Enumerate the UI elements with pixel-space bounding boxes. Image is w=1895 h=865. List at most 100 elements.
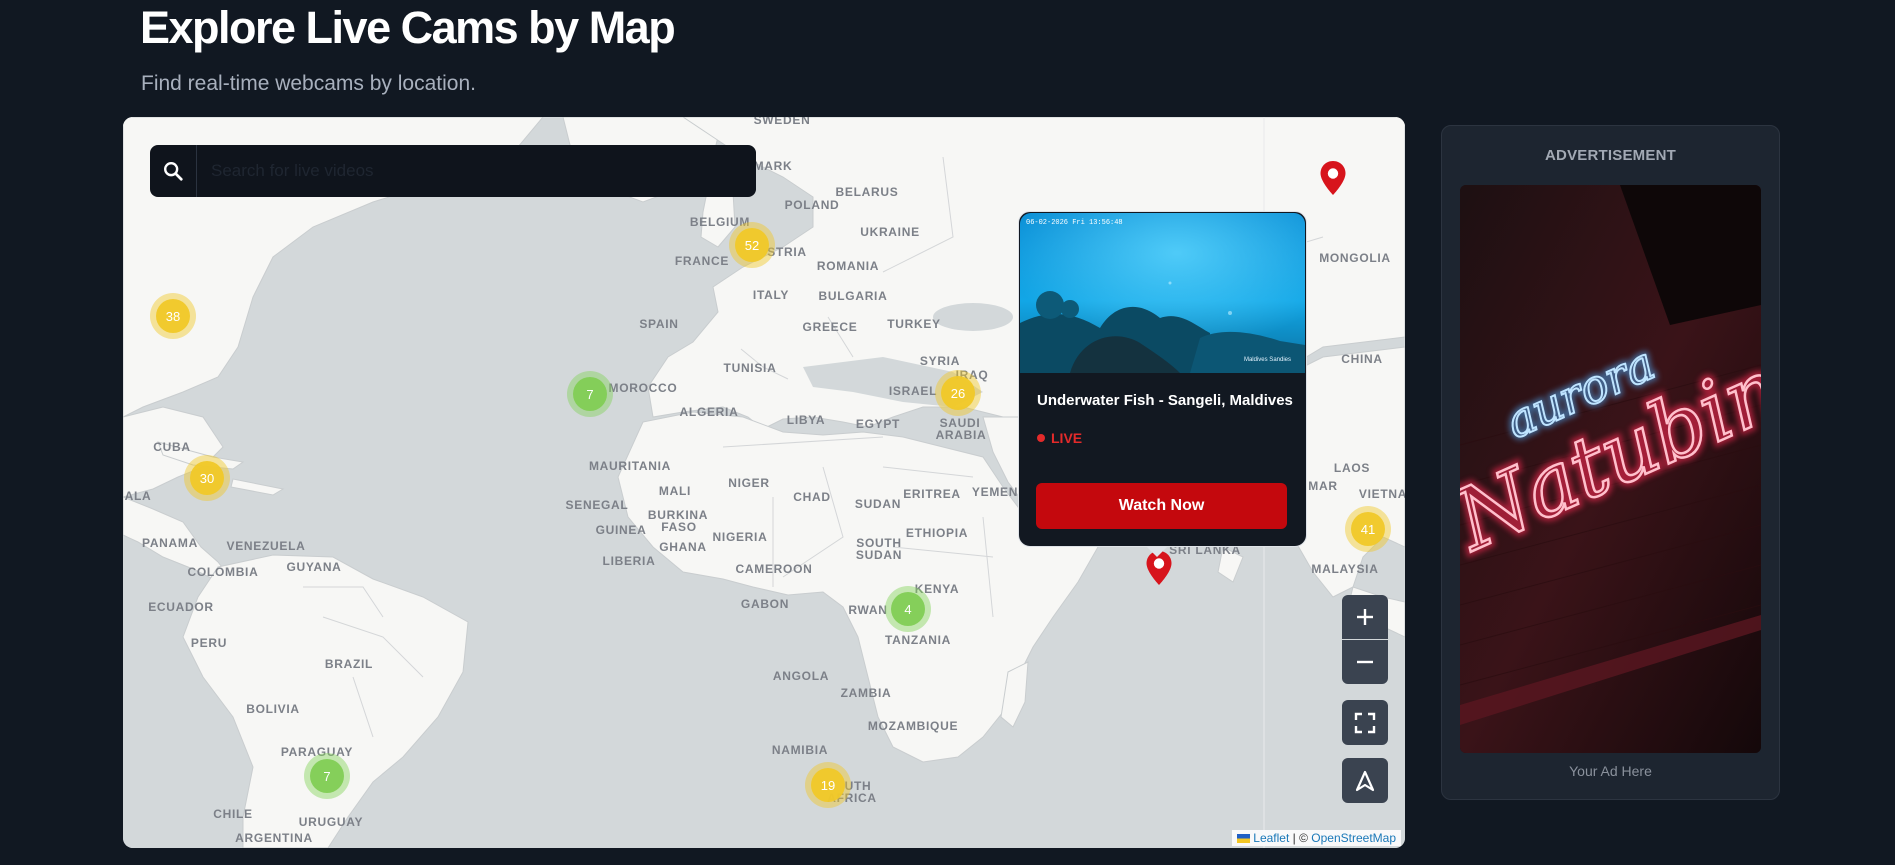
map-pin-icon xyxy=(1320,161,1346,195)
live-dot-icon xyxy=(1037,434,1045,442)
cluster-marker[interactable]: 19 xyxy=(805,762,851,808)
country-label: URUGUAY xyxy=(298,815,364,829)
page-title: Explore Live Cams by Map xyxy=(140,2,676,53)
cluster-count: 30 xyxy=(190,461,224,495)
search-bar xyxy=(150,145,756,197)
country-label: ROMANIA xyxy=(816,259,880,273)
country-label: ANGOLA xyxy=(772,669,830,683)
country-label: GHANA xyxy=(659,540,707,554)
zoom-in-button[interactable] xyxy=(1342,595,1388,639)
live-status: LIVE xyxy=(1037,430,1082,446)
country-label: ARGENTINA xyxy=(235,831,313,845)
cluster-marker[interactable]: 26 xyxy=(935,370,981,416)
country-label: MALAYSIA xyxy=(1311,562,1379,576)
cluster-marker[interactable]: 41 xyxy=(1345,506,1391,552)
country-label: NAMIBIA xyxy=(771,743,829,757)
country-label: NIGERIA xyxy=(712,530,768,544)
leaflet-link[interactable]: Leaflet xyxy=(1253,831,1289,845)
zoom-out-button[interactable] xyxy=(1342,640,1388,684)
live-label: LIVE xyxy=(1051,430,1083,446)
cluster-count: 19 xyxy=(811,768,845,802)
country-label: SENEGAL xyxy=(565,498,629,512)
ad-footer: Your Ad Here xyxy=(1569,763,1652,779)
country-label: SUDAN xyxy=(855,548,903,562)
country-label: ETHIOPIA xyxy=(905,526,969,540)
country-label: UKRAINE xyxy=(860,225,920,239)
country-label: SPAIN xyxy=(639,317,679,331)
plus-icon xyxy=(1357,609,1373,625)
country-label: SYRIA xyxy=(919,354,961,368)
country-label: GUYANA xyxy=(286,560,342,574)
country-label: ITALY xyxy=(752,288,790,302)
minus-icon xyxy=(1357,660,1373,664)
cluster-marker[interactable]: 7 xyxy=(567,371,613,417)
cluster-marker[interactable]: 52 xyxy=(729,222,775,268)
search-icon xyxy=(164,162,183,181)
country-label: GREECE xyxy=(802,320,858,334)
watch-now-button[interactable]: Watch Now xyxy=(1036,483,1287,529)
ad-label: ADVERTISEMENT xyxy=(1545,147,1676,164)
country-label: ALGERIA xyxy=(679,405,739,419)
country-label: CHILE xyxy=(213,807,253,821)
ukraine-flag-icon xyxy=(1237,834,1251,844)
country-label: MOZAMBIQUE xyxy=(867,719,959,733)
camera-title: Underwater Fish - Sangeli, Maldives xyxy=(1037,392,1293,409)
openstreetmap-link[interactable]: OpenStreetMap xyxy=(1311,831,1396,845)
camera-pin-east-asia[interactable] xyxy=(1319,160,1347,201)
country-label: COLOMBIA xyxy=(187,565,259,579)
ad-image[interactable]: aurora aurora Natubin Natubin xyxy=(1460,185,1761,753)
camera-thumbnail[interactable]: 06-02-2026 Fri 13:56:48 Maldives Sandies xyxy=(1020,213,1305,373)
country-label: SWEDEN xyxy=(753,117,811,127)
country-label: LAOS xyxy=(1333,461,1371,475)
map-attribution: Leaflet | © OpenStreetMap xyxy=(1232,830,1401,846)
country-label: CHAD xyxy=(793,490,831,504)
cluster-marker[interactable]: 4 xyxy=(885,586,931,632)
country-label: EGYPT xyxy=(855,417,901,431)
neon-sign-image: aurora aurora Natubin Natubin xyxy=(1460,185,1761,753)
underwater-image xyxy=(1020,213,1305,373)
cluster-marker[interactable]: 38 xyxy=(150,293,196,339)
country-label: MARK xyxy=(753,159,793,173)
cluster-count: 38 xyxy=(156,299,190,333)
fullscreen-button[interactable] xyxy=(1342,700,1388,745)
cluster-marker[interactable]: 7 xyxy=(304,753,350,799)
locate-button[interactable] xyxy=(1342,758,1388,803)
country-label: ALA xyxy=(124,489,152,503)
country-label: ISRAEL xyxy=(888,384,938,398)
country-label: GABON xyxy=(740,597,790,611)
country-label: GUINEA xyxy=(595,523,647,537)
country-label: TANZANIA xyxy=(884,633,952,647)
country-label: LIBERIA xyxy=(602,554,656,568)
popup-tip xyxy=(1146,546,1168,557)
country-label: NIGER xyxy=(728,476,770,490)
country-label: ECUADOR xyxy=(148,600,214,614)
country-label: YEMEN xyxy=(971,485,1019,499)
country-label: PANAMA xyxy=(142,536,198,550)
search-input[interactable] xyxy=(197,146,756,196)
country-label: TURKEY xyxy=(887,317,941,331)
country-label: ZAMBIA xyxy=(840,686,892,700)
country-label: BRAZIL xyxy=(324,657,374,671)
country-label: VENEZUELA xyxy=(226,539,306,553)
camera-watermark: Maldives Sandies xyxy=(1243,357,1291,363)
country-label: LIBYA xyxy=(786,413,826,427)
country-label: MALI xyxy=(658,484,692,498)
fullscreen-icon xyxy=(1354,712,1376,733)
page-subtitle: Find real-time webcams by location. xyxy=(141,72,476,95)
search-button[interactable] xyxy=(150,145,197,197)
cluster-count: 26 xyxy=(941,376,975,410)
country-label: VIETNA xyxy=(1358,487,1405,501)
country-label: TUNISIA xyxy=(723,361,777,375)
country-label: CUBA xyxy=(153,440,191,454)
camera-popup: 06-02-2026 Fri 13:56:48 Maldives Sandies… xyxy=(1018,211,1307,557)
world-map[interactable]: SWEDEN MARK BELARUS POLAND BELGIUM UKRAINE STR… xyxy=(123,117,1405,848)
camera-timestamp: 06-02-2026 Fri 13:56:48 xyxy=(1026,219,1123,227)
cluster-count: 41 xyxy=(1351,512,1385,546)
country-label: CAMEROON xyxy=(735,562,813,576)
country-label: RWAN xyxy=(848,603,888,617)
navigation-arrow-icon xyxy=(1355,770,1375,791)
country-label: FASO xyxy=(661,520,697,534)
country-label: MONGOLIA xyxy=(1319,251,1391,265)
cluster-marker[interactable]: 30 xyxy=(184,455,230,501)
country-label: MOROCCO xyxy=(608,381,678,395)
